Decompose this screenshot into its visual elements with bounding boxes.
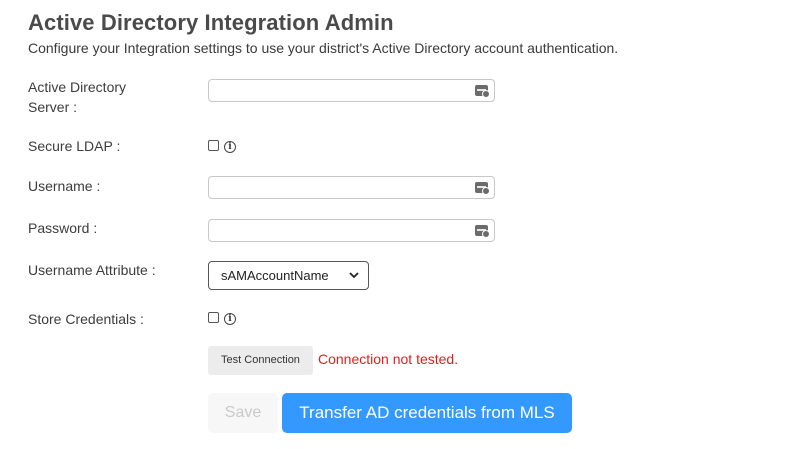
server-label-line2: Server : xyxy=(28,99,78,115)
key-icon[interactable] xyxy=(475,182,490,195)
username-attribute-select[interactable]: sAMAccountName xyxy=(208,261,369,290)
info-icon[interactable]: i xyxy=(224,313,236,325)
password-label: Password : xyxy=(28,220,98,236)
username-label: Username : xyxy=(28,178,101,194)
username-attribute-value: sAMAccountName xyxy=(221,268,329,283)
password-input[interactable] xyxy=(209,220,471,241)
store-credentials-label: Store Credentials : xyxy=(28,311,144,327)
chevron-down-icon xyxy=(349,272,359,279)
username-input[interactable] xyxy=(209,177,471,198)
secure-ldap-checkbox[interactable] xyxy=(208,140,219,151)
connection-status: Connection not tested. xyxy=(318,351,459,367)
server-label-line1: Active Directory xyxy=(28,79,127,95)
username-attribute-label: Username Attribute : xyxy=(28,262,156,278)
page-title: Active Directory Integration Admin xyxy=(28,10,394,35)
transfer-credentials-button[interactable]: Transfer AD credentials from MLS xyxy=(282,393,572,433)
key-icon[interactable] xyxy=(475,225,490,238)
server-label: Active Directory Server : xyxy=(28,77,126,117)
page-subtitle: Configure your Integration settings to u… xyxy=(28,40,619,56)
save-button[interactable]: Save xyxy=(208,393,278,433)
secure-ldap-label: Secure LDAP : xyxy=(28,138,121,154)
password-field[interactable] xyxy=(208,219,495,242)
username-field[interactable] xyxy=(208,176,495,199)
key-icon[interactable] xyxy=(475,85,490,98)
info-icon[interactable]: i xyxy=(224,141,236,153)
server-input[interactable] xyxy=(209,80,471,101)
test-connection-button[interactable]: Test Connection xyxy=(208,346,313,375)
store-credentials-checkbox[interactable] xyxy=(208,312,219,323)
server-field[interactable] xyxy=(208,79,495,102)
